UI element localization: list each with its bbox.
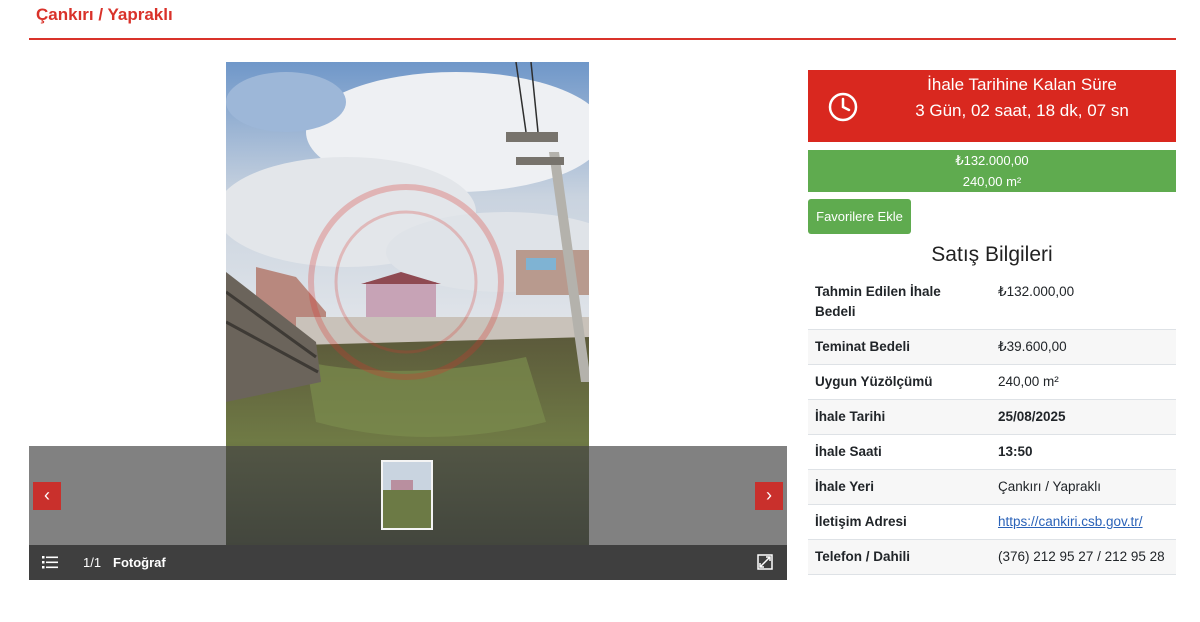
photo-gallery: ‹ › 1/1 Fotoğraf <box>29 62 787 580</box>
row-label: İhale Saati <box>808 434 991 470</box>
photo-thumbnail[interactable] <box>381 460 433 530</box>
row-value: Çankırı / Yapraklı <box>991 469 1176 505</box>
countdown-time: 3 Gün, 02 saat, 18 dk, 07 sn <box>915 101 1129 120</box>
photo-caption: Fotoğraf <box>113 555 166 570</box>
table-row: İhale Yeri Çankırı / Yapraklı <box>808 469 1176 505</box>
auction-countdown: İhale Tarihine Kalan Süre 3 Gün, 02 saat… <box>808 70 1176 142</box>
row-label: İletişim Adresi <box>808 504 991 540</box>
price-value: ₺132.000,00 <box>955 153 1029 168</box>
fullscreen-icon[interactable] <box>757 554 773 570</box>
row-label: Tahmin Edilen İhale Bedeli <box>808 275 991 330</box>
table-row: İhale Saati 13:50 <box>808 434 1176 470</box>
price-summary: ₺132.000,00 240,00 m² <box>808 150 1176 192</box>
sales-info-table: Tahmin Edilen İhale Bedeli ₺132.000,00 T… <box>808 275 1176 575</box>
table-row: İletişim Adresi https://cankiri.csb.gov.… <box>808 504 1176 540</box>
list-icon[interactable] <box>42 556 58 569</box>
table-row: Telefon / Dahili (376) 212 95 27 / 212 9… <box>808 539 1176 575</box>
countdown-title: İhale Tarihine Kalan Süre <box>927 75 1117 94</box>
row-value: https://cankiri.csb.gov.tr/ <box>991 504 1176 540</box>
row-value: 13:50 <box>991 434 1176 470</box>
table-row: Teminat Bedeli ₺39.600,00 <box>808 329 1176 365</box>
row-label: İhale Yeri <box>808 469 991 505</box>
row-label: Teminat Bedeli <box>808 329 991 365</box>
contact-address-link[interactable]: https://cankiri.csb.gov.tr/ <box>998 514 1143 529</box>
row-value: (376) 212 95 27 / 212 95 28 <box>991 539 1176 575</box>
row-value: ₺132.000,00 <box>991 275 1176 330</box>
add-to-favorites-button[interactable]: Favorilere Ekle <box>808 199 911 234</box>
row-label: Uygun Yüzölçümü <box>808 364 991 400</box>
row-value: 240,00 m² <box>991 364 1176 400</box>
page-title: Çankırı / Yapraklı <box>36 5 173 24</box>
table-row: İhale Tarihi 25/08/2025 <box>808 399 1176 435</box>
title-divider <box>29 38 1176 40</box>
photo-counter: 1/1 <box>83 555 102 570</box>
table-row: Tahmin Edilen İhale Bedeli ₺132.000,00 <box>808 275 1176 330</box>
sales-info-title: Satış Bilgileri <box>931 243 1053 266</box>
clock-icon <box>828 92 858 122</box>
chevron-left-icon[interactable]: ‹ <box>33 482 61 510</box>
chevron-right-icon[interactable]: › <box>755 482 783 510</box>
row-label: Telefon / Dahili <box>808 539 991 575</box>
row-value: ₺39.600,00 <box>991 329 1176 365</box>
table-row: Uygun Yüzölçümü 240,00 m² <box>808 364 1176 400</box>
thumbnail-strip <box>29 446 787 545</box>
gallery-toolbar: 1/1 Fotoğraf <box>29 545 787 580</box>
row-value: 25/08/2025 <box>991 399 1176 435</box>
row-label: İhale Tarihi <box>808 399 991 435</box>
area-value: 240,00 m² <box>962 174 1022 189</box>
